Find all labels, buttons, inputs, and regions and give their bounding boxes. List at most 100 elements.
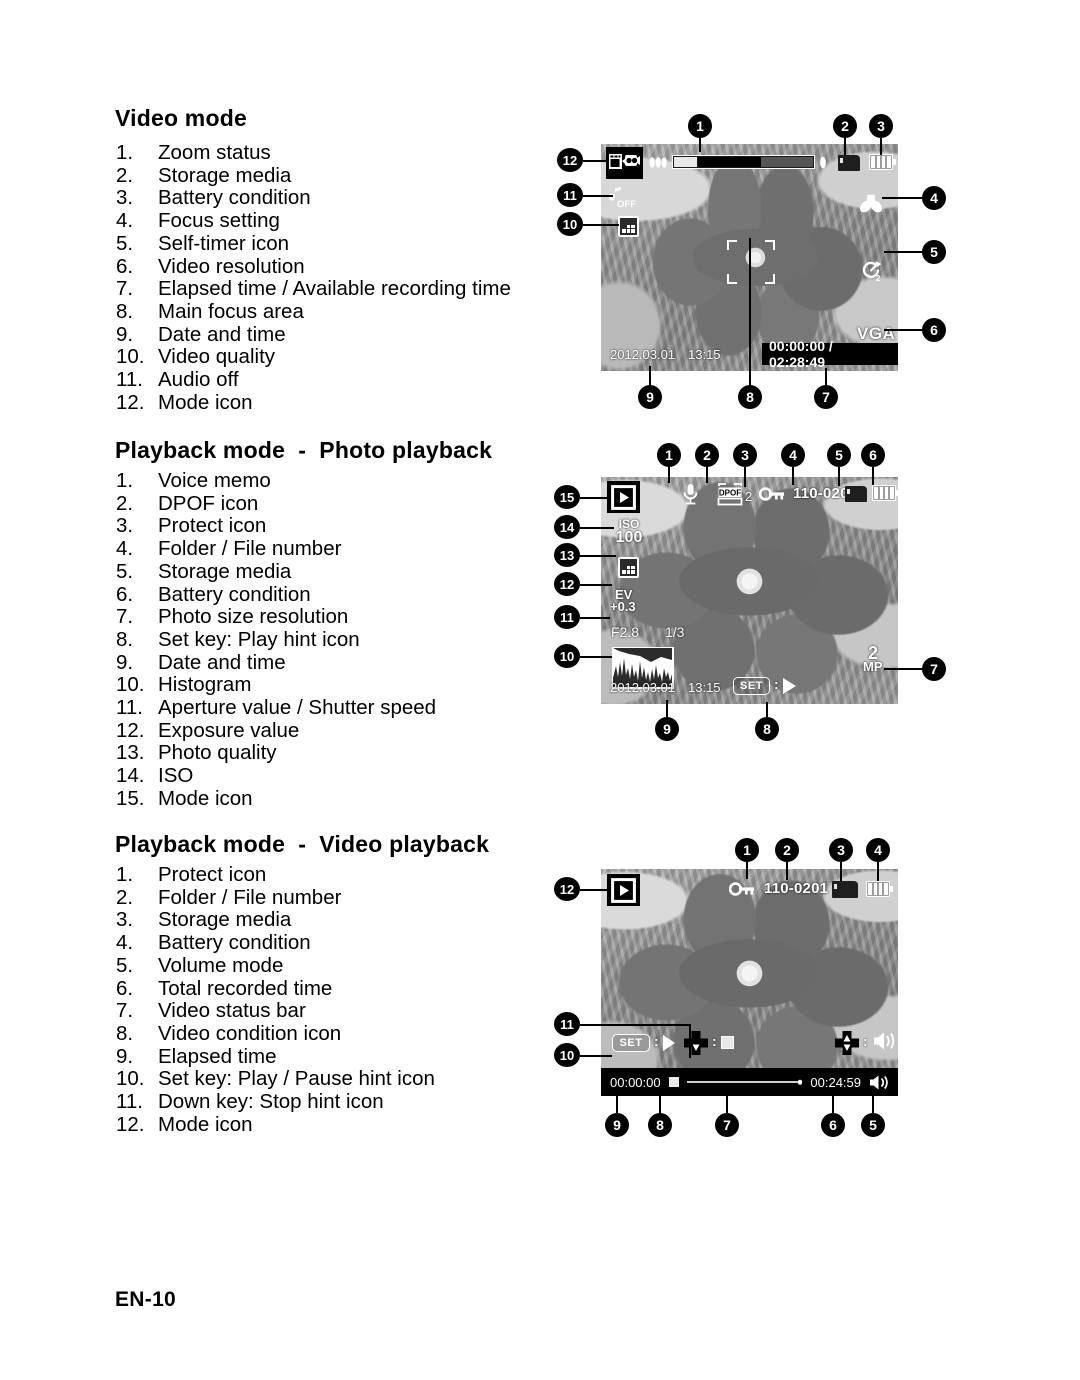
callout-photo-14: 14 [554,515,580,539]
hint-colon: : [863,1033,868,1049]
list-item-number: 4. [116,931,134,955]
callout-video-12: 12 [557,148,583,172]
list-item-label: Video status bar [158,999,306,1023]
list-item-number: 4. [116,537,134,561]
callout-leader [668,467,670,483]
callout-leader [840,862,842,881]
video-status-bar[interactable] [686,1080,803,1084]
callout-leader [666,700,668,719]
hint-colon: : [654,1033,659,1049]
focus-setting-macro-icon [860,194,882,213]
list-item: 6. Total recorded time [116,976,536,1001]
callout-leader [746,862,748,879]
callout-vplay-9: 9 [605,1113,629,1137]
list-item-label: Video quality [158,345,276,369]
list-item-number: 9. [116,650,134,674]
list-item-number: 5. [116,231,134,255]
list-item: 14. ISO [116,764,536,788]
callout-leader [844,138,846,155]
time-label: 13:15 [688,347,721,362]
callout-leader [580,889,608,891]
list-item: 7. Video status bar [116,1000,536,1023]
list-item-label: Battery condition [158,931,311,955]
list-item-number: 6. [116,976,134,1000]
callout-photo-11: 11 [554,605,580,629]
callout-leader [616,1094,618,1115]
item-list-photo-playback: 1. Voice memo 2. DPOF icon 3. Protect icon 4. F… [116,469,536,811]
list-item-label: Storage media [158,908,292,932]
list-item-label: Date and time [158,650,286,674]
callout-leader [580,555,616,557]
callout-video-6: 6 [922,318,946,342]
battery-cell [886,156,891,168]
zoom-wide-icon [649,157,667,168]
play-pause-triangle-icon [663,1035,675,1051]
callout-video-10: 10 [557,212,583,236]
list-item-label: Protect icon [158,514,267,538]
list-item: 2. Storage media [116,164,536,188]
section-heading-photo-playback: Playback mode - Photo playback [115,437,493,463]
callout-leader [699,138,701,152]
callout-leader [689,1024,691,1058]
date-label: 2012.03.01 [610,347,676,362]
list-item-number: 4. [116,209,134,233]
list-item-label: Folder / File number [158,537,342,561]
list-item-label: Storage media [158,559,292,583]
callout-leader [649,366,651,387]
callout-leader [580,584,612,586]
callout-vplay-3: 3 [829,838,853,862]
list-item-number: 8. [116,627,134,651]
list-item-number: 14. [116,764,145,788]
item-list-video-playback: 1. Protect icon 2. Folder / File number 3. St… [116,863,536,1136]
list-item-label: Folder / File number [158,885,342,909]
list-item-number: 11. [116,368,143,392]
mode-icon-playback [607,481,640,513]
audio-off-icon: OFF [609,186,636,210]
list-item-number: 11. [116,1090,143,1114]
callout-leader [583,224,619,226]
set-key-hint-pill: SET [733,677,770,695]
list-item: 13. Photo quality [116,742,536,765]
battery-cell [883,883,888,895]
callout-photo-3: 3 [733,443,757,467]
list-item-label: DPOF icon [158,491,259,515]
list-item: 8. Video condition icon [116,1021,536,1046]
list-item-number: 2. [116,491,134,515]
list-item-label: Photo quality [158,741,277,765]
list-item: 11. Aperture value / Shutter speed [116,696,536,720]
list-item-number: 10. [116,673,145,697]
callout-video-2: 2 [833,114,857,138]
list-item-number: 10. [116,1067,145,1091]
hint-colon: : [712,1033,717,1049]
callout-photo-2: 2 [695,443,719,467]
dpof-icon: DPOF [717,483,743,506]
video-playback-bar: 00:00:00 00:24:59 [601,1068,898,1096]
callout-vplay-8: 8 [648,1113,672,1137]
list-item-label: Video resolution [158,254,305,278]
callout-leader [744,467,746,487]
battery-cell [878,883,883,895]
list-item-label: Total recorded time [158,976,333,1000]
page-number: EN-10 [115,1288,177,1311]
callout-video-8: 8 [738,385,762,409]
zoom-status-tele-region [761,157,813,167]
list-item-label: Audio off [158,368,239,392]
list-item-number: 6. [116,254,134,278]
list-item: 10. Set key: Play / Pause hint icon [116,1068,536,1091]
list-item-number: 8. [116,1021,134,1045]
list-item: 3. Battery condition [116,187,536,210]
callout-video-7: 7 [814,385,838,409]
battery-condition-icon [869,154,893,170]
mode-icon-video-camera [606,147,643,179]
list-item: 4. Battery condition [116,931,536,955]
list-item-number: 12. [116,390,145,414]
callout-vplay-5: 5 [861,1113,885,1137]
section-heading-video-playback: Playback mode - Video playback [115,831,490,857]
callout-leader [726,1094,728,1115]
date-label: 2012.03.01 [610,680,676,695]
list-item: 12. Mode icon [116,390,536,415]
voice-memo-microphone-icon [683,484,698,505]
callout-leader [825,368,827,387]
callout-photo-7: 7 [922,657,946,681]
list-item: 12. Exposure value [116,719,536,743]
